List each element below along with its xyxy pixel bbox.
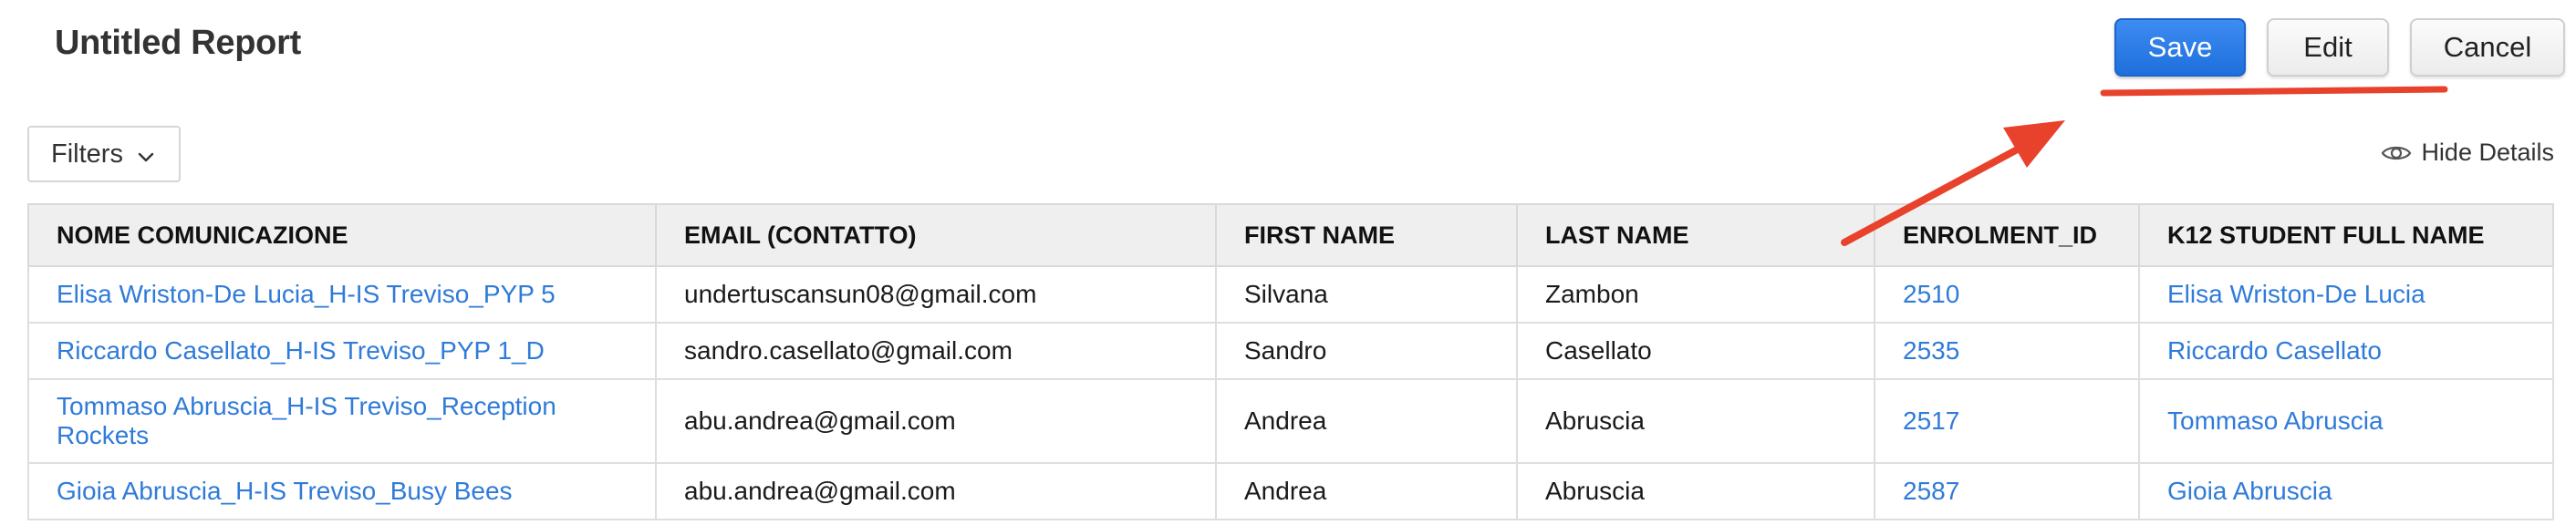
hide-details-toggle[interactable]: Hide Details: [2381, 139, 2554, 167]
table-header-row: NOME COMUNICAZIONE EMAIL (CONTATTO) FIRS…: [27, 203, 2554, 267]
table-row: Gioia Abruscia_H-IS Treviso_Busy Bees ab…: [27, 462, 2554, 520]
annotation-arrow-head: [2003, 120, 2065, 168]
first-name-cell: Andrea: [1215, 378, 1518, 464]
hide-details-label: Hide Details: [2421, 139, 2554, 166]
email-cell: abu.andrea@gmail.com: [655, 378, 1217, 464]
email-cell: abu.andrea@gmail.com: [655, 462, 1217, 520]
eye-icon: [2382, 146, 2412, 160]
filters-dropdown[interactable]: Filters: [27, 126, 181, 182]
enrolment-id-link[interactable]: 2587: [1874, 462, 2140, 520]
communication-name-link[interactable]: Gioia Abruscia_H-IS Treviso_Busy Bees: [27, 462, 657, 520]
communication-name-link[interactable]: Riccardo Casellato_H-IS Treviso_PYP 1_D: [27, 322, 657, 380]
student-name-link[interactable]: Elisa Wriston-De Lucia: [2138, 265, 2554, 324]
table-row: Tommaso Abruscia_H-IS Treviso_Reception …: [27, 378, 2554, 464]
last-name-cell: Abruscia: [1516, 378, 1875, 464]
report-table: NOME COMUNICAZIONE EMAIL (CONTATTO) FIRS…: [27, 203, 2554, 520]
first-name-cell: Andrea: [1215, 462, 1518, 520]
column-header-email[interactable]: EMAIL (CONTATTO): [655, 203, 1217, 267]
enrolment-id-link[interactable]: 2517: [1874, 378, 2140, 464]
enrolment-id-link[interactable]: 2510: [1874, 265, 2140, 324]
first-name-cell: Silvana: [1215, 265, 1518, 324]
column-header-last-name[interactable]: LAST NAME: [1516, 203, 1875, 267]
communication-name-link[interactable]: Tommaso Abruscia_H-IS Treviso_Reception …: [27, 378, 657, 464]
first-name-cell: Sandro: [1215, 322, 1518, 380]
save-button[interactable]: Save: [2114, 18, 2246, 77]
student-name-link[interactable]: Riccardo Casellato: [2138, 322, 2554, 380]
last-name-cell: Abruscia: [1516, 462, 1875, 520]
filters-label: Filters: [51, 139, 123, 169]
last-name-cell: Zambon: [1516, 265, 1875, 324]
column-header-first-name[interactable]: FIRST NAME: [1215, 203, 1518, 267]
table-row: Riccardo Casellato_H-IS Treviso_PYP 1_D …: [27, 322, 2554, 380]
column-header-student-full-name[interactable]: K12 STUDENT FULL NAME: [2138, 203, 2554, 267]
student-name-link[interactable]: Tommaso Abruscia: [2138, 378, 2554, 464]
chevron-down-icon: [136, 144, 156, 164]
communication-name-link[interactable]: Elisa Wriston-De Lucia_H-IS Treviso_PYP …: [27, 265, 657, 324]
edit-button[interactable]: Edit: [2267, 18, 2389, 77]
column-header-nome-comunicazione[interactable]: NOME COMUNICAZIONE: [27, 203, 657, 267]
email-cell: undertuscansun08@gmail.com: [655, 265, 1217, 324]
email-cell: sandro.casellato@gmail.com: [655, 322, 1217, 380]
table-row: Elisa Wriston-De Lucia_H-IS Treviso_PYP …: [27, 265, 2554, 324]
cancel-button[interactable]: Cancel: [2410, 18, 2565, 77]
page-title: Untitled Report: [55, 24, 301, 62]
student-name-link[interactable]: Gioia Abruscia: [2138, 462, 2554, 520]
last-name-cell: Casellato: [1516, 322, 1875, 380]
column-header-enrolment-id[interactable]: ENROLMENT_ID: [1874, 203, 2140, 267]
annotation-underline: [2100, 86, 2448, 97]
enrolment-id-link[interactable]: 2535: [1874, 322, 2140, 380]
